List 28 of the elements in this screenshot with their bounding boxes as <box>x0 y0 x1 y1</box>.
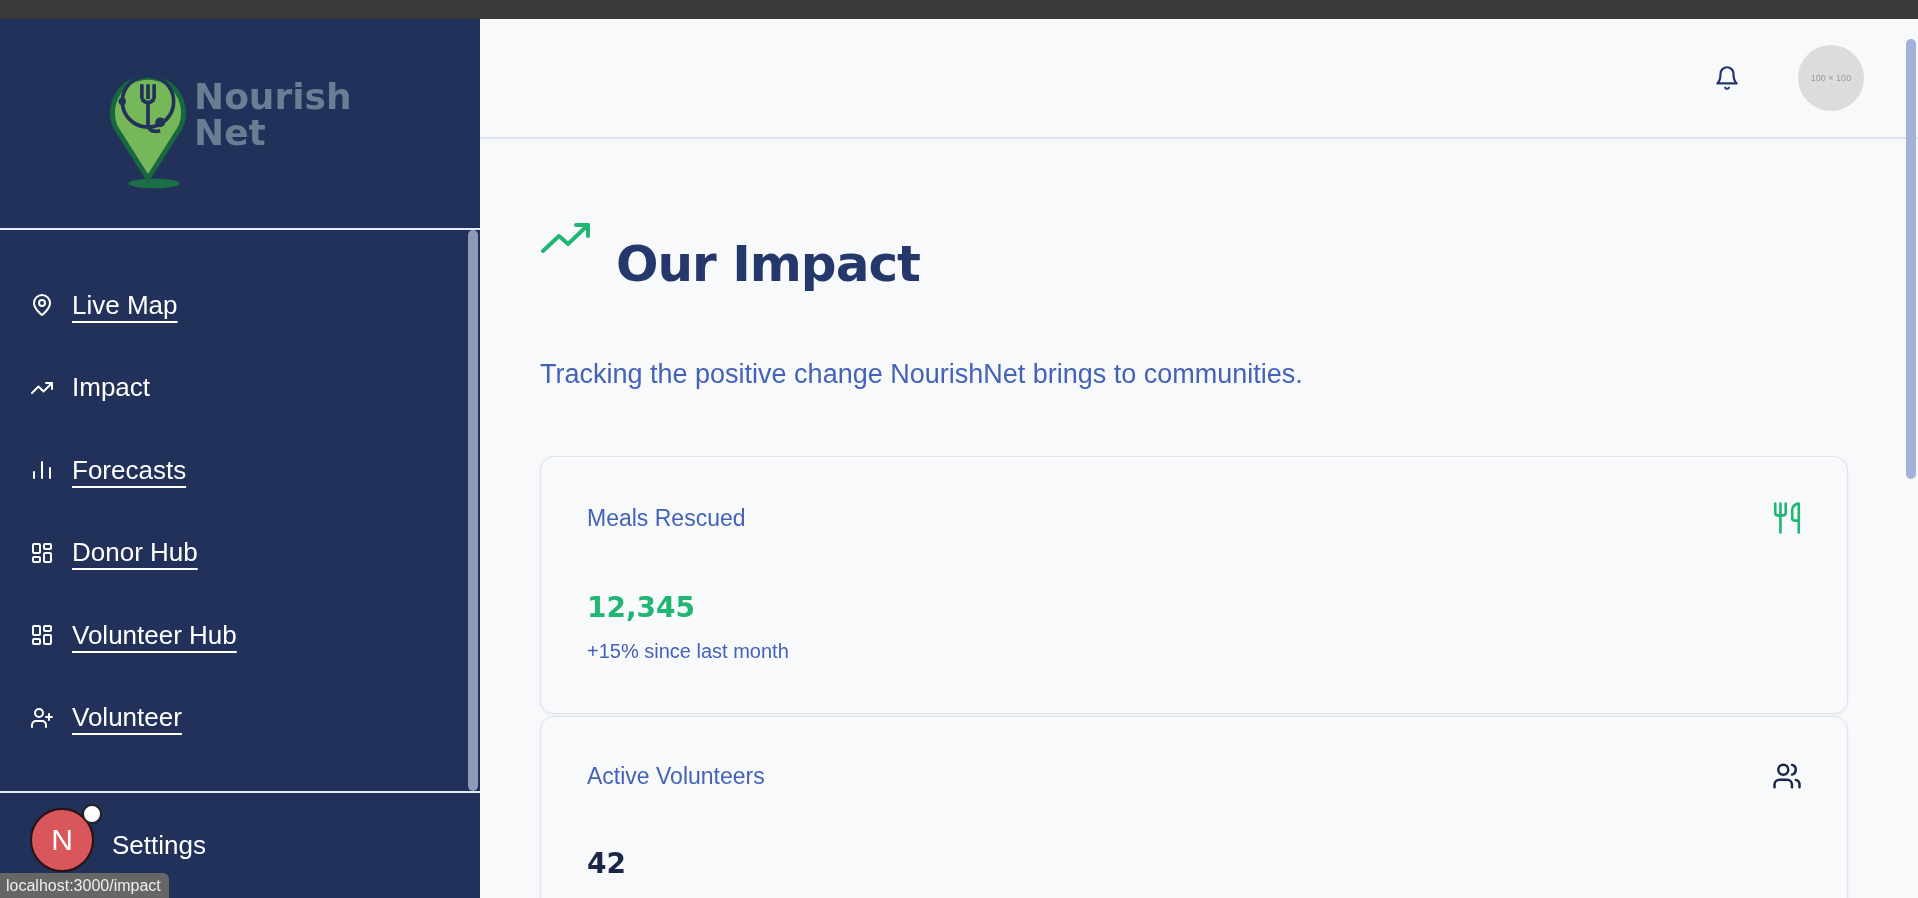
nav-link[interactable]: Live Map <box>0 264 480 347</box>
page-title: Our Impact <box>616 235 920 293</box>
dev-badge[interactable]: N <box>30 807 94 872</box>
user-plus-icon <box>30 705 54 730</box>
stat-value: 42 <box>587 847 627 880</box>
link-url-tooltip: localhost:3000/impact <box>0 873 169 898</box>
nav-link[interactable]: Forecasts <box>0 429 480 512</box>
users-icon <box>1771 761 1803 791</box>
settings-link[interactable]: Settings <box>112 830 206 861</box>
dashboard-icon <box>30 540 54 565</box>
stat-value: 12,345 <box>587 591 697 624</box>
logo-text: Nourish Net <box>194 78 352 151</box>
trend-up-icon <box>540 221 592 255</box>
notification-bell-icon[interactable] <box>1714 64 1740 92</box>
scrollbar-thumb[interactable] <box>1906 39 1916 479</box>
stat-label: Active Volunteers <box>587 762 765 790</box>
stat-label: Meals Rescued <box>587 504 746 532</box>
stat-change-text: +15% since last month <box>587 640 790 663</box>
scrollbar-thumb[interactable] <box>468 230 478 791</box>
nav-link[interactable]: Volunteer <box>0 676 480 759</box>
fork-knife-icon <box>1771 501 1803 535</box>
nav-link[interactable]: Impact <box>0 346 480 429</box>
page-subtitle: Tracking the positive change NourishNet brings to communities. <box>540 359 1304 390</box>
nav-link[interactable]: Volunteer Hub <box>0 594 480 677</box>
nav-link[interactable]: Donor Hub <box>0 511 480 594</box>
dashboard-icon <box>30 623 54 648</box>
notification-dot <box>82 803 102 824</box>
map-pin-icon <box>30 293 54 318</box>
